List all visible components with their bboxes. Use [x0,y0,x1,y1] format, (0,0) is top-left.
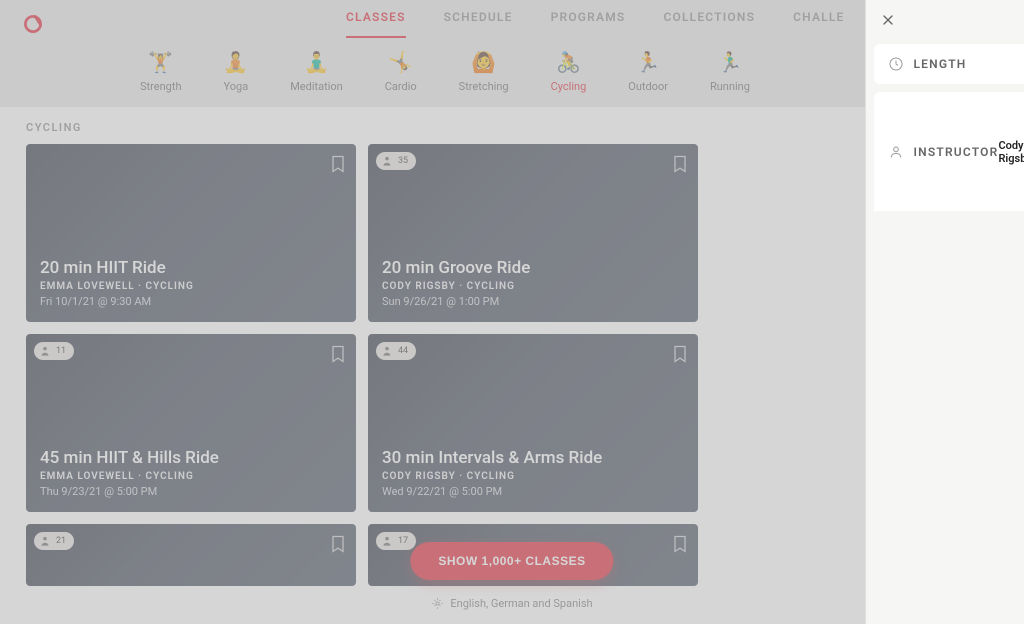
cat-cardio[interactable]: 🤸 Cardio [385,50,417,93]
section-title: CYCLING [26,121,839,134]
bookmark-icon[interactable] [670,532,690,556]
cat-label: Meditation [290,80,343,93]
filter-instructor[interactable]: INSTRUCTOR Cody Rigsby+1 "chevron-up-ico… [874,92,1024,211]
cat-yoga[interactable]: 🧘 Yoga [224,50,249,93]
peloton-logo[interactable] [20,11,46,37]
class-title: 30 min Intervals & Arms Ride [382,448,684,468]
cat-label: Cycling [551,80,587,93]
cat-stretching[interactable]: 🙆 Stretching [459,50,509,93]
top-nav: CLASSES SCHEDULE PROGRAMS COLLECTIONS CH… [346,10,845,38]
class-meta: CODY RIGSBY · CYCLING [382,471,684,482]
nav-collections[interactable]: COLLECTIONS [663,10,755,38]
cat-label: Outdoor [628,80,668,93]
show-classes-button[interactable]: SHOW 1,000+ CLASSES [410,542,613,580]
class-meta: EMMA LOVEWELL · CYCLING [40,281,342,292]
nav-schedule[interactable]: SCHEDULE [444,10,513,38]
class-title: 20 min HIIT Ride [40,258,342,278]
class-title: 20 min Groove Ride [382,258,684,278]
outdoor-icon: 🏃 [636,50,660,74]
nav-classes[interactable]: CLASSES [346,10,406,38]
class-time: Thu 9/23/21 @ 5:00 PM [40,485,342,498]
person-icon [888,144,904,160]
nav-programs[interactable]: PROGRAMS [551,10,626,38]
bookmark-icon[interactable] [670,152,690,176]
class-card[interactable]: 21 [26,524,356,586]
attendee-badge: 17 [376,532,416,550]
attendee-badge: 44 [376,342,416,360]
strength-icon: 🏋 [149,50,173,74]
class-time: Sun 9/26/21 @ 1:00 PM [382,295,684,308]
cat-label: Stretching [459,80,509,93]
category-bar: 🏋 Strength 🧘 Yoga 🧘‍♂️ Meditation 🤸 Cardio 🙆… [20,38,845,107]
language-label: English, German and Spanish [450,597,592,610]
person-icon [380,534,394,548]
person-icon [380,344,394,358]
cat-meditation[interactable]: 🧘‍♂️ Meditation [290,50,343,93]
bookmark-icon[interactable] [328,342,348,366]
filter-length-label: LENGTH [914,57,967,71]
class-time: Fri 10/1/21 @ 9:30 AM [40,295,342,308]
close-icon[interactable] [880,12,896,28]
nav-challenges[interactable]: CHALLE [793,10,844,38]
instructor-summary: Cody Rigsby+1 [998,139,1024,165]
attendee-badge: 11 [34,342,74,360]
cycling-icon: 🚴 [556,50,580,74]
filter-instructor-label: INSTRUCTOR [914,145,999,159]
cat-label: Cardio [385,80,417,93]
yoga-icon: 🧘 [224,50,248,74]
cat-outdoor[interactable]: 🏃 Outdoor [628,50,668,93]
stretching-icon: 🙆 [472,50,496,74]
person-icon [38,344,52,358]
attendee-badge: 35 [376,152,416,170]
filter-length[interactable]: LENGTH [874,44,1024,84]
class-card[interactable]: 11 45 min HIIT & Hills Ride EMMA LOVEWEL… [26,334,356,512]
bookmark-icon[interactable] [670,342,690,366]
attendee-badge: 21 [34,532,74,550]
cat-strength[interactable]: 🏋 Strength [140,50,182,93]
class-grid: 20 min HIIT Ride EMMA LOVEWELL · CYCLING… [26,144,839,586]
person-icon [380,154,394,168]
person-icon [38,534,52,548]
class-meta: CODY RIGSBY · CYCLING [382,281,684,292]
class-card[interactable]: 35 20 min Groove Ride CODY RIGSBY · CYCL… [368,144,698,322]
clock-icon [888,56,904,72]
bookmark-icon[interactable] [328,532,348,556]
cat-label: Yoga [224,80,249,93]
cat-running[interactable]: 🏃‍♂️ Running [710,50,750,93]
class-meta: EMMA LOVEWELL · CYCLING [40,471,342,482]
cat-cycling[interactable]: 🚴 Cycling [551,50,587,93]
class-title: 45 min HIIT & Hills Ride [40,448,342,468]
class-card[interactable]: 44 30 min Intervals & Arms Ride CODY RIG… [368,334,698,512]
cat-label: Strength [140,80,182,93]
class-time: Wed 9/22/21 @ 5:00 PM [382,485,684,498]
running-icon: 🏃‍♂️ [718,50,742,74]
cat-label: Running [710,80,750,93]
filter-panel: Clear LENGTH INSTRUCTOR Cody Rigsby+1 "c… [865,0,1024,624]
class-card[interactable]: 20 min HIIT Ride EMMA LOVEWELL · CYCLING… [26,144,356,322]
bookmark-icon[interactable] [328,152,348,176]
gear-icon [431,597,444,610]
meditation-icon: 🧘‍♂️ [304,50,328,74]
cardio-icon: 🤸 [389,50,413,74]
